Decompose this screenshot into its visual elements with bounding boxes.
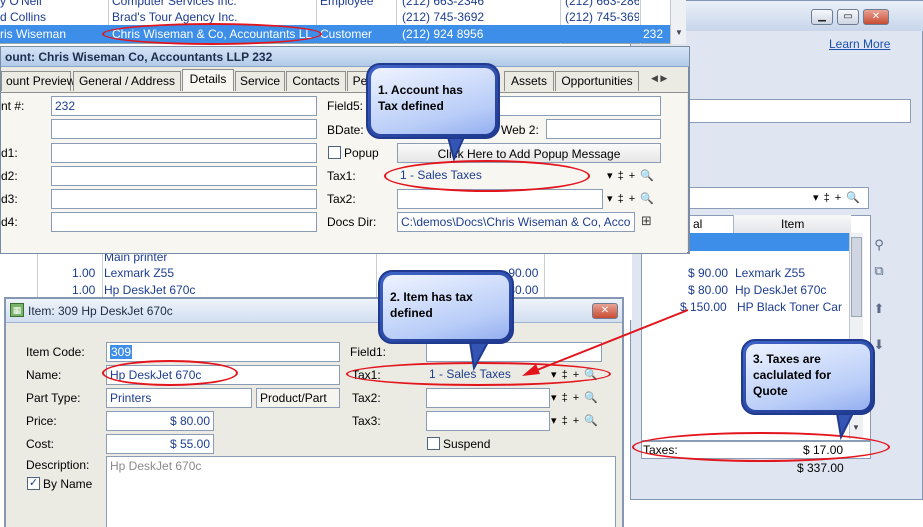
callout-3-line2: caclulated for xyxy=(753,368,832,382)
callout-1: 1. Account has Tax defined xyxy=(366,63,500,162)
callout-3-line1: 3. Taxes are xyxy=(753,352,821,366)
callout-3-line3: Quote xyxy=(753,384,788,398)
callout-1-line1: 1. Account has xyxy=(378,83,463,97)
callout-2-line2: defined xyxy=(390,306,433,320)
callout-2: 2. Item has tax defined xyxy=(378,270,514,372)
callout-2-line1: 2. Item has tax xyxy=(390,290,473,304)
screenshot-root: ▁ ▭ ✕ Learn More ▾ ‡ + 🔍 al Item ▼ ⚲ ⧉ ⬆… xyxy=(0,0,923,527)
callout-3: 3. Taxes are caclulated for Quote xyxy=(741,339,875,441)
callout-1-line2: Tax defined xyxy=(378,99,444,113)
